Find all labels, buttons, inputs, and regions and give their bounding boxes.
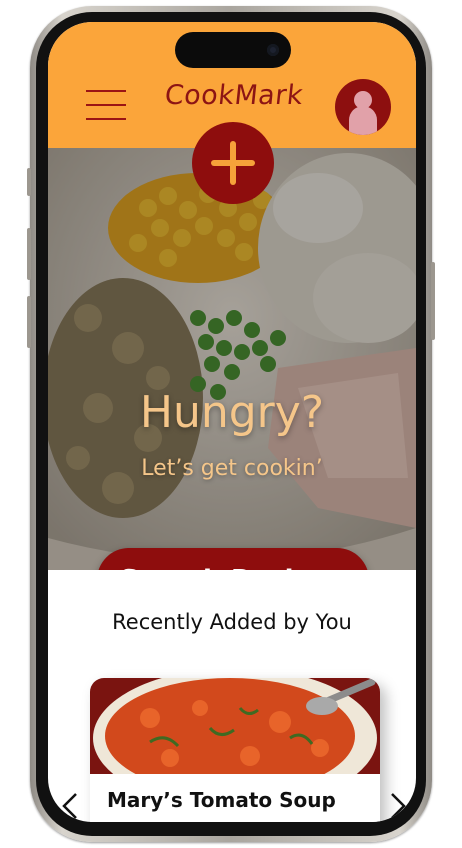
hero-subtitle: Let’s get cookin’ xyxy=(141,456,323,481)
search-recipes-button[interactable]: Search Recipes xyxy=(97,548,369,570)
hamburger-menu-icon[interactable] xyxy=(86,88,126,122)
carousel-prev-button[interactable] xyxy=(56,784,84,822)
add-recipe-button[interactable] xyxy=(192,122,274,204)
recipe-card-image xyxy=(90,678,380,774)
hero-title: Hungry? xyxy=(139,387,325,438)
recently-added-heading: Recently Added by You xyxy=(112,610,352,634)
phone-screen: CookMark Hungry? Let’s get cookin’ Recen… xyxy=(48,22,416,822)
hero-overlay xyxy=(48,148,416,570)
dynamic-island xyxy=(175,32,291,68)
phone-power-button xyxy=(431,262,435,340)
chevron-right-icon xyxy=(391,793,406,819)
user-avatar-icon[interactable] xyxy=(335,79,391,135)
plus-icon xyxy=(211,141,255,185)
hero-banner: Hungry? Let’s get cookin’ Search Recipes xyxy=(48,148,416,570)
phone-volume-up-button xyxy=(27,228,31,280)
app-logo: CookMark xyxy=(163,80,305,111)
phone-volume-down-button xyxy=(27,296,31,348)
chevron-left-icon xyxy=(62,793,77,819)
recipe-card-title: Mary’s Tomato Soup xyxy=(107,788,336,812)
phone-action-button xyxy=(27,168,31,196)
front-camera xyxy=(267,44,279,56)
recipe-card[interactable]: Mary’s Tomato Soup xyxy=(90,678,380,822)
carousel-next-button[interactable] xyxy=(384,784,412,822)
